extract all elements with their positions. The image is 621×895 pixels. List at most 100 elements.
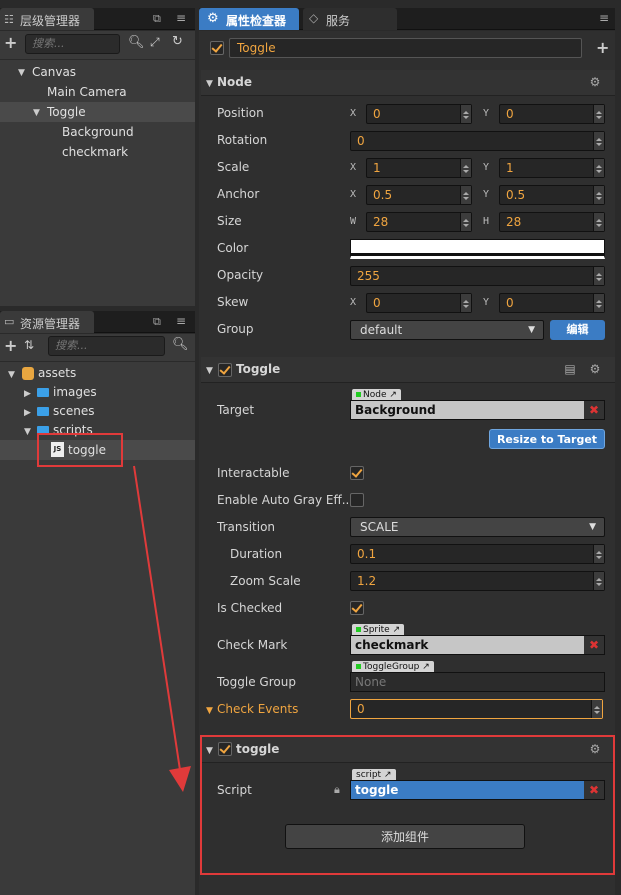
position-y-field[interactable]: 0 [499,104,605,124]
group-select[interactable]: default ▼ [350,320,544,340]
skew-y-value: 0 [506,296,514,310]
zoom-scale-value: 1.2 [357,574,377,588]
expand-arrow-icon[interactable]: ▼ [206,746,213,756]
is-checked-label: Is Checked [217,601,283,615]
checkmark-type-label: Sprite [363,625,390,635]
node-name-input[interactable]: Toggle [229,38,582,58]
arrow-line [133,465,181,771]
toggle-group-type-label: ToggleGroup [363,662,420,672]
skew-label: Skew [217,295,249,309]
anchor-label: Anchor [217,187,260,201]
zoom-scale-field[interactable]: 1.2 [350,571,605,591]
opacity-value: 255 [357,269,380,283]
transition-label: Transition [217,520,276,534]
toggle-enabled-checkbox[interactable] [218,363,232,377]
anchor-x-field[interactable]: 0.5 [366,185,472,205]
node-section-header[interactable] [201,70,615,96]
component-dot-icon [356,664,361,669]
add-component-icon[interactable]: + [596,38,609,57]
expand-arrow-icon[interactable]: ▼ [206,706,213,716]
axis-x-label: X [350,162,357,173]
color-swatch[interactable] [350,239,605,259]
script-enabled-checkbox[interactable] [218,742,232,756]
expand-arrow-icon[interactable]: ▼ [206,366,213,376]
gear-icon: ⚙ [207,11,219,26]
arrow-head [169,766,191,792]
script-type-label: script [356,770,382,780]
clear-icon[interactable]: ✖ [584,781,604,799]
rotation-value: 0 [357,134,365,148]
clear-icon[interactable]: ✖ [584,636,604,654]
node-dot-icon [356,392,361,397]
script-ref-value: toggle [355,783,399,797]
size-h-field[interactable]: 28 [499,212,605,232]
skew-x-value: 0 [373,296,381,310]
editor-window: ☷ 层级管理器 ⧉ ≡ + 搜索... 🔍︎ ⤢ ↻ ▼ Canvas Main… [0,0,621,895]
clear-icon[interactable]: ✖ [584,401,604,419]
gear-icon[interactable]: ⚙ [589,743,601,755]
group-select-value: default [360,323,403,337]
transition-select[interactable]: SCALE ▼ [350,517,605,537]
target-ref-field[interactable]: Background ✖ [350,400,605,420]
position-x-field[interactable]: 0 [366,104,472,124]
size-h-value: 28 [506,215,522,229]
edit-group-button[interactable]: 编辑 [550,320,605,340]
auto-gray-checkbox[interactable] [350,493,364,507]
duration-field[interactable]: 0.1 [350,544,605,564]
add-component-button[interactable]: 添加组件 [285,824,525,849]
script-ref-field[interactable]: toggle ✖ [350,780,605,800]
transition-select-value: SCALE [360,520,399,534]
scale-x-field[interactable]: 1 [366,158,472,178]
target-type-label: Node [363,390,387,400]
scale-y-field[interactable]: 1 [499,158,605,178]
gear-icon[interactable]: ⚙ [589,76,601,88]
check-events-label: Check Events [217,702,299,716]
expand-arrow-icon[interactable]: ▼ [206,79,213,89]
inspector-tabbar: ⚙ 属性检查器 ◇ 服务 ≡ [199,8,615,30]
toggle-group-ref-field[interactable]: None [350,672,605,692]
axis-w-label: W [350,216,357,227]
position-x-value: 0 [373,107,381,121]
auto-gray-label: Enable Auto Gray Eff... [217,493,354,507]
check-events-count-field[interactable]: 0 [350,699,603,719]
toggle-group-label: Toggle Group [217,675,296,689]
interactable-label: Interactable [217,466,290,480]
size-label: Size [217,214,242,228]
skew-x-field[interactable]: 0 [366,293,472,313]
target-label: Target [217,403,255,417]
target-ref-value: Background [355,403,436,417]
axis-y-label: Y [483,162,490,173]
toggle-section-title: Toggle [236,362,281,376]
chevron-down-icon: ▼ [528,325,535,335]
position-y-value: 0 [506,107,514,121]
scale-x-value: 1 [373,161,381,175]
is-checked-checkbox[interactable] [350,601,364,615]
rotation-field[interactable]: 0 [350,131,605,151]
group-label: Group [217,322,254,336]
check-mark-label: Check Mark [217,638,288,652]
interactable-checkbox[interactable] [350,466,364,480]
check-events-count: 0 [357,702,365,716]
menu-icon[interactable]: ≡ [599,11,609,25]
scale-y-value: 1 [506,161,514,175]
axis-y-label: Y [483,297,490,308]
lock-icon: 🔒︎ [334,783,340,796]
node-section-title: Node [217,75,253,89]
resize-to-target-button[interactable]: Resize to Target [489,429,605,449]
checkmark-ref-value: checkmark [355,638,429,652]
size-w-field[interactable]: 28 [366,212,472,232]
book-icon[interactable]: ▤ [564,363,576,375]
color-label: Color [217,241,249,255]
node-active-checkbox[interactable] [210,41,224,55]
checkmark-ref-field[interactable]: checkmark ✖ [350,635,605,655]
size-w-value: 28 [373,215,389,229]
scale-label: Scale [217,160,250,174]
axis-x-label: X [350,108,357,119]
duration-value: 0.1 [357,547,377,561]
opacity-field[interactable]: 255 [350,266,605,286]
gear-icon[interactable]: ⚙ [589,363,601,375]
axis-x-label: X [350,189,357,200]
anchor-y-field[interactable]: 0.5 [499,185,605,205]
skew-y-field[interactable]: 0 [499,293,605,313]
opacity-label: Opacity [217,268,264,282]
